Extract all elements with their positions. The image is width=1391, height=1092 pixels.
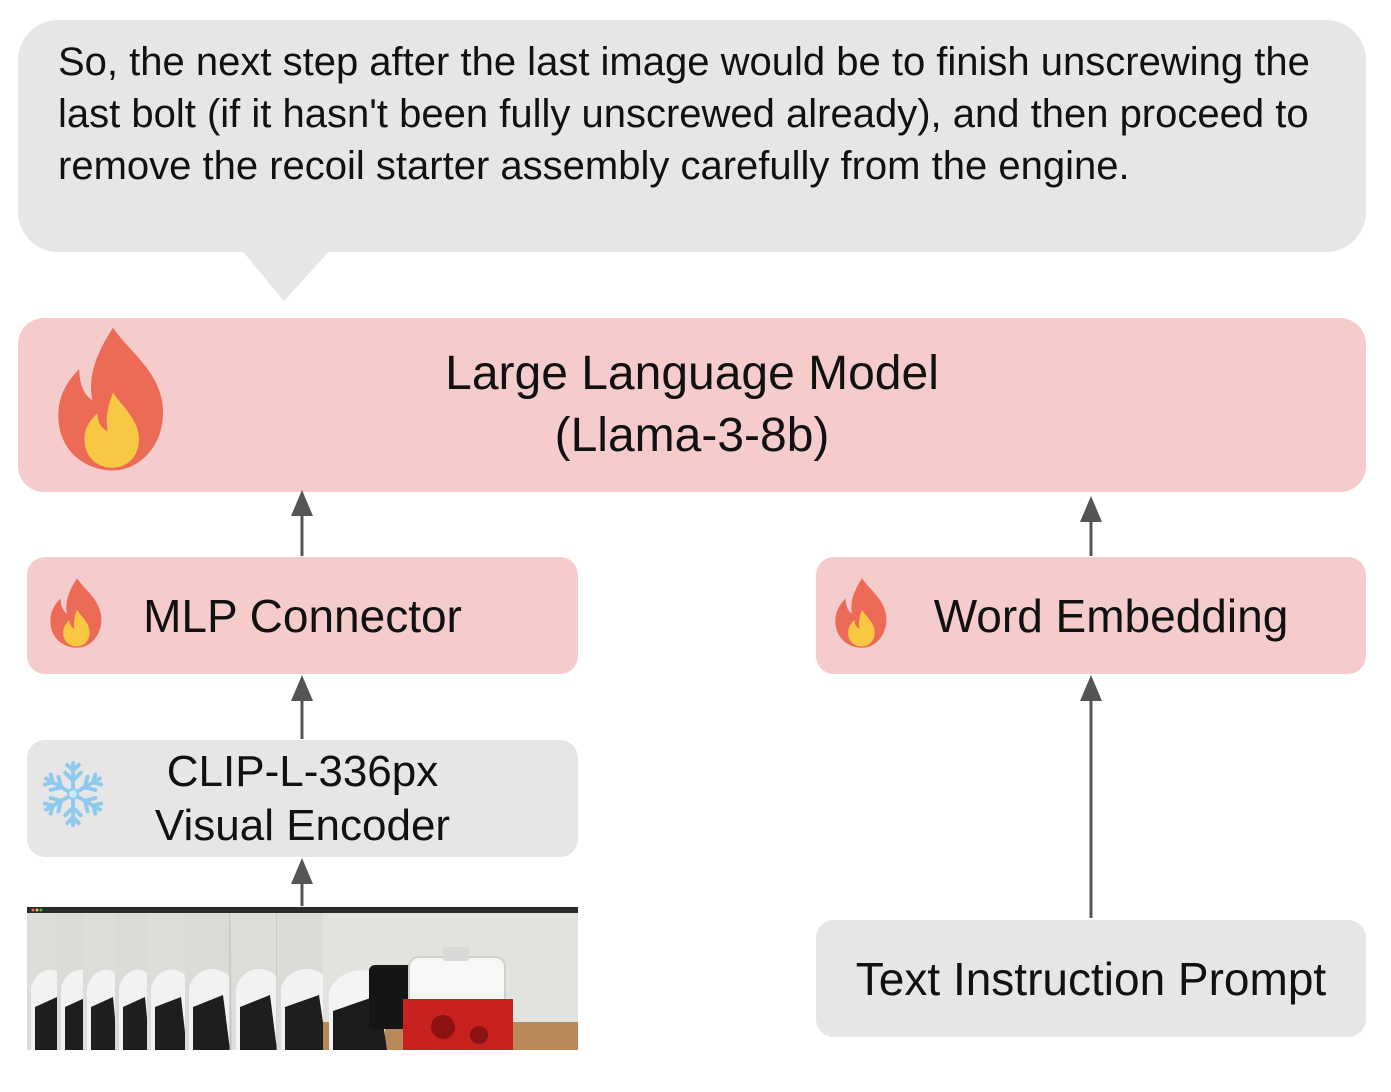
arrowhead: [1080, 675, 1102, 701]
llm-label: Large Language Model (Llama-3-8b): [445, 343, 939, 467]
text-prompt-box: Text Instruction Prompt: [816, 920, 1366, 1037]
clip-title: CLIP-L-336px: [166, 746, 439, 796]
clip-label: CLIP-L-336px Visual Encoder: [155, 745, 450, 853]
text-prompt-label: Text Instruction Prompt: [855, 952, 1327, 1005]
last-frame: [323, 913, 578, 1050]
snowflake-icon: [40, 760, 106, 828]
word-embedding-label: Word Embedding: [933, 589, 1289, 642]
mlp-connector-box: MLP Connector: [27, 557, 578, 674]
fire-icon: [58, 327, 164, 471]
llm-box: Large Language Model (Llama-3-8b): [18, 318, 1366, 492]
arrowhead: [291, 490, 313, 516]
word-embedding-box: Word Embedding: [816, 557, 1366, 674]
llm-title: Large Language Model: [445, 347, 939, 400]
clip-encoder-box: CLIP-L-336px Visual Encoder: [27, 740, 578, 857]
fire-icon: [835, 578, 887, 648]
mlp-label: MLP Connector: [143, 589, 462, 642]
frame-slices: [27, 913, 328, 1050]
arrowhead: [291, 858, 313, 884]
clip-subtitle: Visual Encoder: [154, 800, 451, 850]
fire-icon: [50, 578, 102, 648]
bubble-tail: [240, 248, 332, 301]
video-frames-image: [27, 907, 578, 1050]
llm-subtitle: (Llama-3-8b): [554, 409, 830, 462]
arrowhead: [291, 675, 313, 701]
arrowhead: [1080, 496, 1102, 522]
